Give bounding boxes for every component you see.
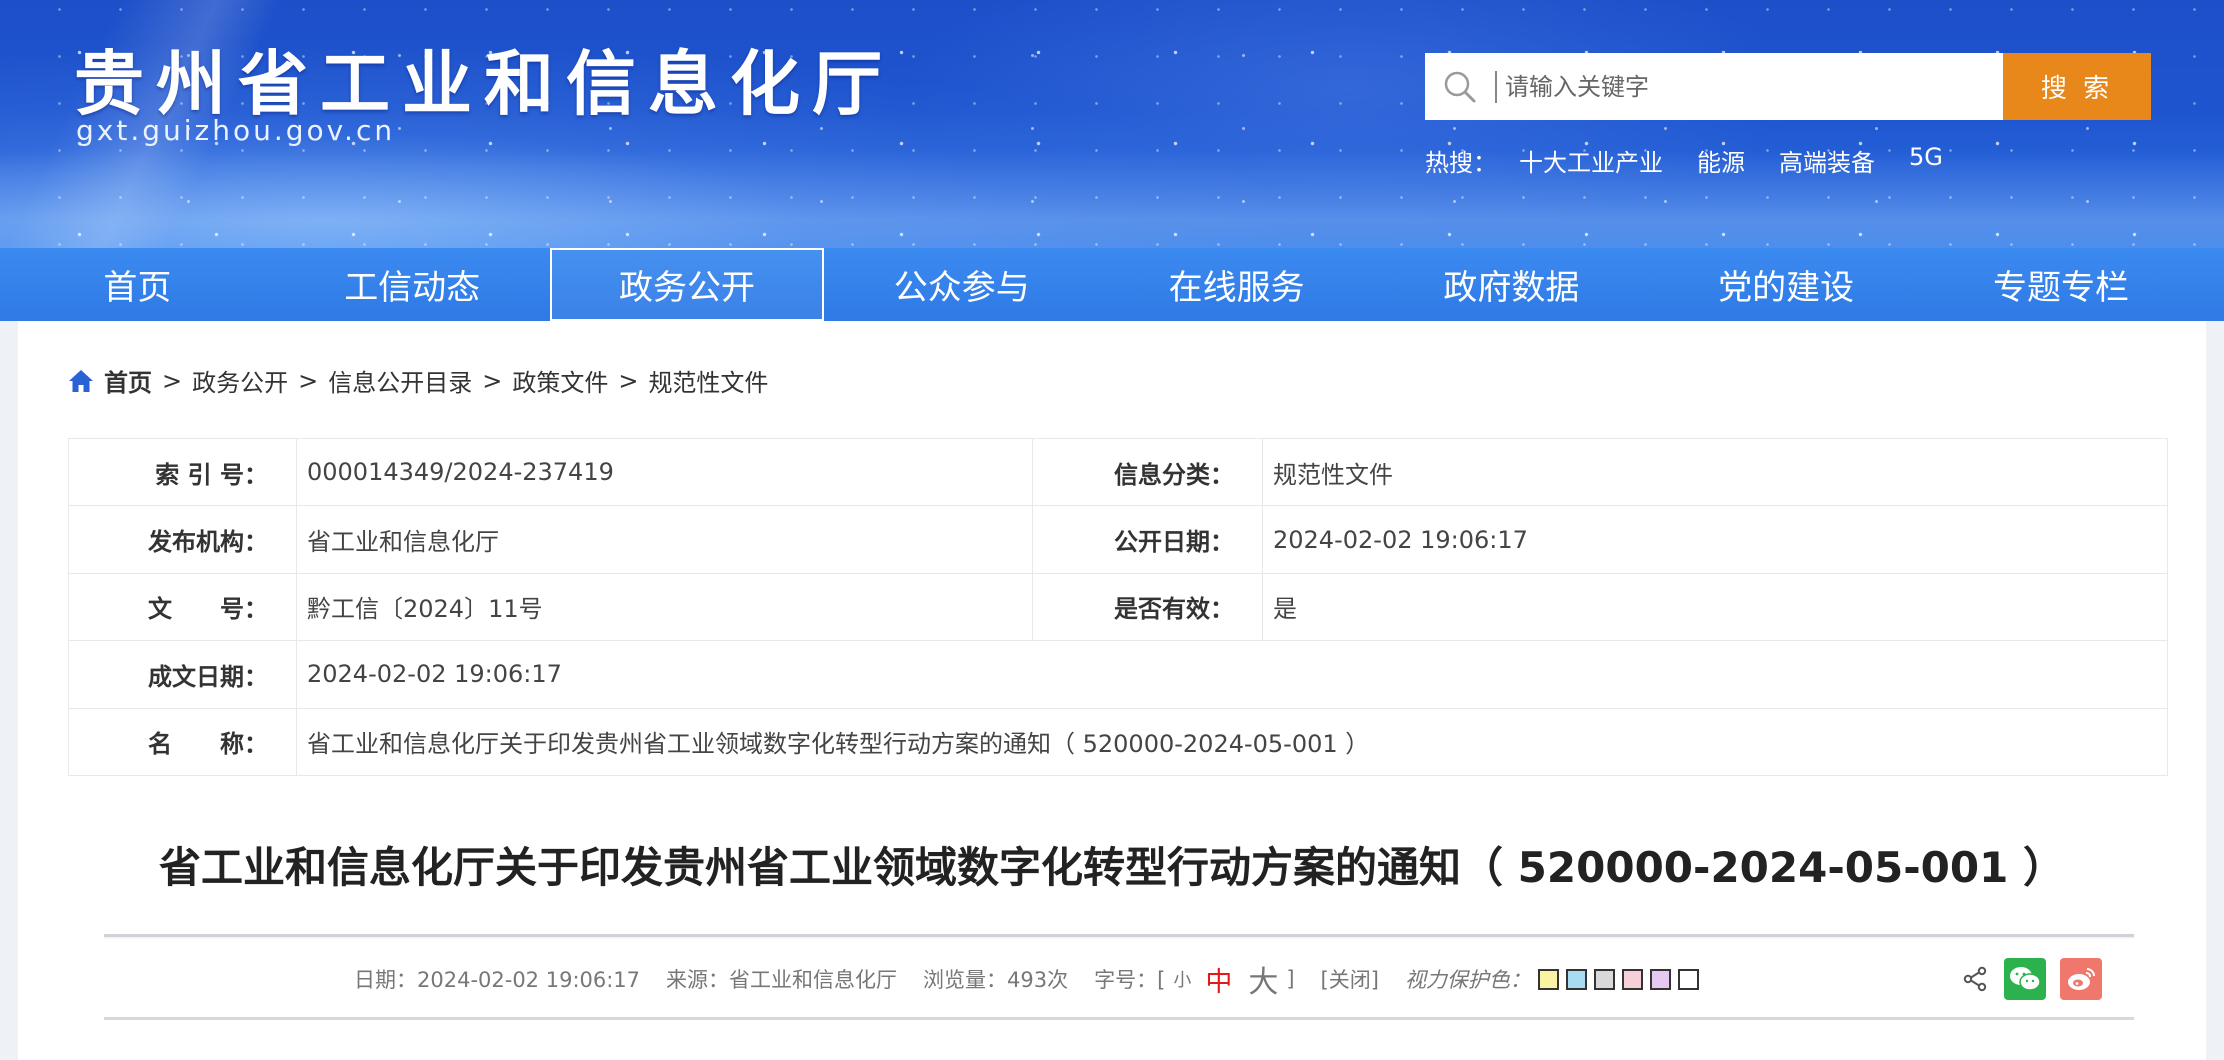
category-label: 信息分类： (1032, 437, 1263, 507)
hot-link-5g[interactable]: 5G (1909, 143, 1943, 178)
breadcrumb-normative-docs[interactable]: 规范性文件 (648, 363, 768, 398)
swatch-pink[interactable] (1621, 968, 1643, 990)
name-label: 名 称： (68, 707, 297, 776)
swatch-blue[interactable] (1565, 968, 1587, 990)
article-meta: 日期：2024-02-02 19:06:17 来源：省工业和信息化厅 浏览量：4… (354, 957, 1699, 1001)
weibo-icon[interactable] (2060, 958, 2102, 1000)
publisher-label: 发布机构： (68, 505, 297, 574)
doc-no-value: 黔工信〔2024〕11号 (296, 572, 1033, 642)
article-title: 省工业和信息化厅关于印发贵州省工业领域数字化转型行动方案的通知（ 520000-… (159, 843, 2065, 892)
close-page-button[interactable]: [关闭] (1321, 964, 1379, 994)
article-views: 浏览量：493次 (923, 968, 1069, 992)
breadcrumb-separator: > (482, 366, 503, 395)
breadcrumb-home[interactable]: 首页 (104, 363, 152, 398)
share-icon[interactable] (1960, 964, 1990, 994)
table-row: 文 号： 黔工信〔2024〕11号 是否有效： 是 (68, 572, 2168, 642)
header-banner: 贵州省工业和信息化厅 gxt.guizhou.gov.cn 搜 索 热搜： 十大… (0, 0, 2224, 248)
hot-link-equipment[interactable]: 高端装备 (1779, 143, 1875, 178)
written-date-label: 成文日期： (68, 640, 297, 709)
nav-public-participation[interactable]: 公众参与 (824, 248, 1099, 321)
article-source: 来源：省工业和信息化厅 (666, 968, 898, 992)
search-box (1425, 53, 2003, 120)
nav-news[interactable]: 工信动态 (275, 248, 550, 321)
site-domain: gxt.guizhou.gov.cn (76, 114, 396, 147)
share-bar (1960, 958, 2102, 1000)
wechat-icon[interactable] (2004, 958, 2046, 1000)
nav-online-services[interactable]: 在线服务 (1099, 248, 1374, 321)
doc-no-label: 文 号： (68, 572, 297, 642)
font-size-close-bracket: ] (1286, 967, 1295, 991)
font-size-small[interactable]: 小 (1173, 966, 1191, 992)
search-icon[interactable] (1425, 53, 1495, 120)
open-date-label: 公开日期： (1032, 505, 1263, 574)
nav-special-topics[interactable]: 专题专栏 (1924, 248, 2199, 321)
main-nav: 首页 工信动态 政务公开 公众参与 在线服务 政府数据 党的建设 专题专栏 (0, 248, 2224, 321)
valid-label: 是否有效： (1032, 572, 1263, 642)
table-row: 索 引 号： 000014349/2024-237419 信息分类： 规范性文件 (68, 437, 2168, 507)
hot-search: 热搜： 十大工业产业 能源 高端装备 5G (1425, 143, 1977, 178)
open-date-value: 2024-02-02 19:06:17 (1262, 505, 2168, 574)
nav-gov-data[interactable]: 政府数据 (1374, 248, 1649, 321)
breadcrumb-policy-docs[interactable]: 政策文件 (512, 363, 608, 398)
swatch-gray[interactable] (1593, 968, 1615, 990)
nav-home[interactable]: 首页 (0, 248, 275, 321)
valid-value: 是 (1262, 572, 2168, 642)
breadcrumb-separator: > (162, 366, 183, 395)
index-label: 索 引 号： (68, 437, 297, 507)
swatch-purple[interactable] (1649, 968, 1671, 990)
breadcrumb-separator: > (618, 366, 639, 395)
search-input[interactable] (1497, 53, 2003, 120)
nav-gov-affairs[interactable]: 政务公开 (549, 248, 825, 321)
written-date-value: 2024-02-02 19:06:17 (296, 640, 2168, 709)
content-page: 首页 > 政务公开 > 信息公开目录 > 政策文件 > 规范性文件 索 引 号：… (18, 321, 2206, 1060)
swatch-yellow[interactable] (1537, 968, 1559, 990)
info-table: 索 引 号： 000014349/2024-237419 信息分类： 规范性文件… (68, 437, 2168, 776)
breadcrumb: 首页 > 政务公开 > 信息公开目录 > 政策文件 > 规范性文件 (68, 363, 768, 398)
nav-party-building[interactable]: 党的建设 (1649, 248, 1924, 321)
eye-protect-label: 视力保护色： (1404, 968, 1531, 992)
breadcrumb-gov-affairs[interactable]: 政务公开 (192, 363, 288, 398)
table-row: 成文日期： 2024-02-02 19:06:17 (68, 640, 2168, 709)
table-row: 发布机构： 省工业和信息化厅 公开日期： 2024-02-02 19:06:17 (68, 505, 2168, 574)
category-value: 规范性文件 (1262, 437, 2168, 507)
meta-divider-bottom (104, 1017, 2134, 1020)
meta-divider-top (104, 934, 2134, 937)
hot-link-energy[interactable]: 能源 (1697, 143, 1745, 178)
search-button[interactable]: 搜 索 (2003, 53, 2151, 120)
hot-search-label: 热搜： (1425, 149, 1497, 177)
font-size-medium[interactable]: 中 (1205, 960, 1232, 999)
font-size-label: 字号：[ (1094, 968, 1166, 992)
font-size-large[interactable]: 大 (1248, 957, 1278, 1001)
home-icon (68, 367, 96, 395)
breadcrumb-info-catalog[interactable]: 信息公开目录 (328, 363, 472, 398)
breadcrumb-separator: > (298, 366, 319, 395)
index-value: 000014349/2024-237419 (296, 437, 1033, 507)
swatch-white[interactable] (1677, 968, 1699, 990)
hot-link-industry[interactable]: 十大工业产业 (1519, 143, 1663, 178)
name-value: 省工业和信息化厅关于印发贵州省工业领域数字化转型行动方案的通知（ 520000-… (296, 707, 2168, 776)
article-date: 日期：2024-02-02 19:06:17 (354, 968, 641, 992)
table-row: 名 称： 省工业和信息化厅关于印发贵州省工业领域数字化转型行动方案的通知（ 52… (68, 707, 2168, 776)
publisher-value: 省工业和信息化厅 (296, 505, 1033, 574)
